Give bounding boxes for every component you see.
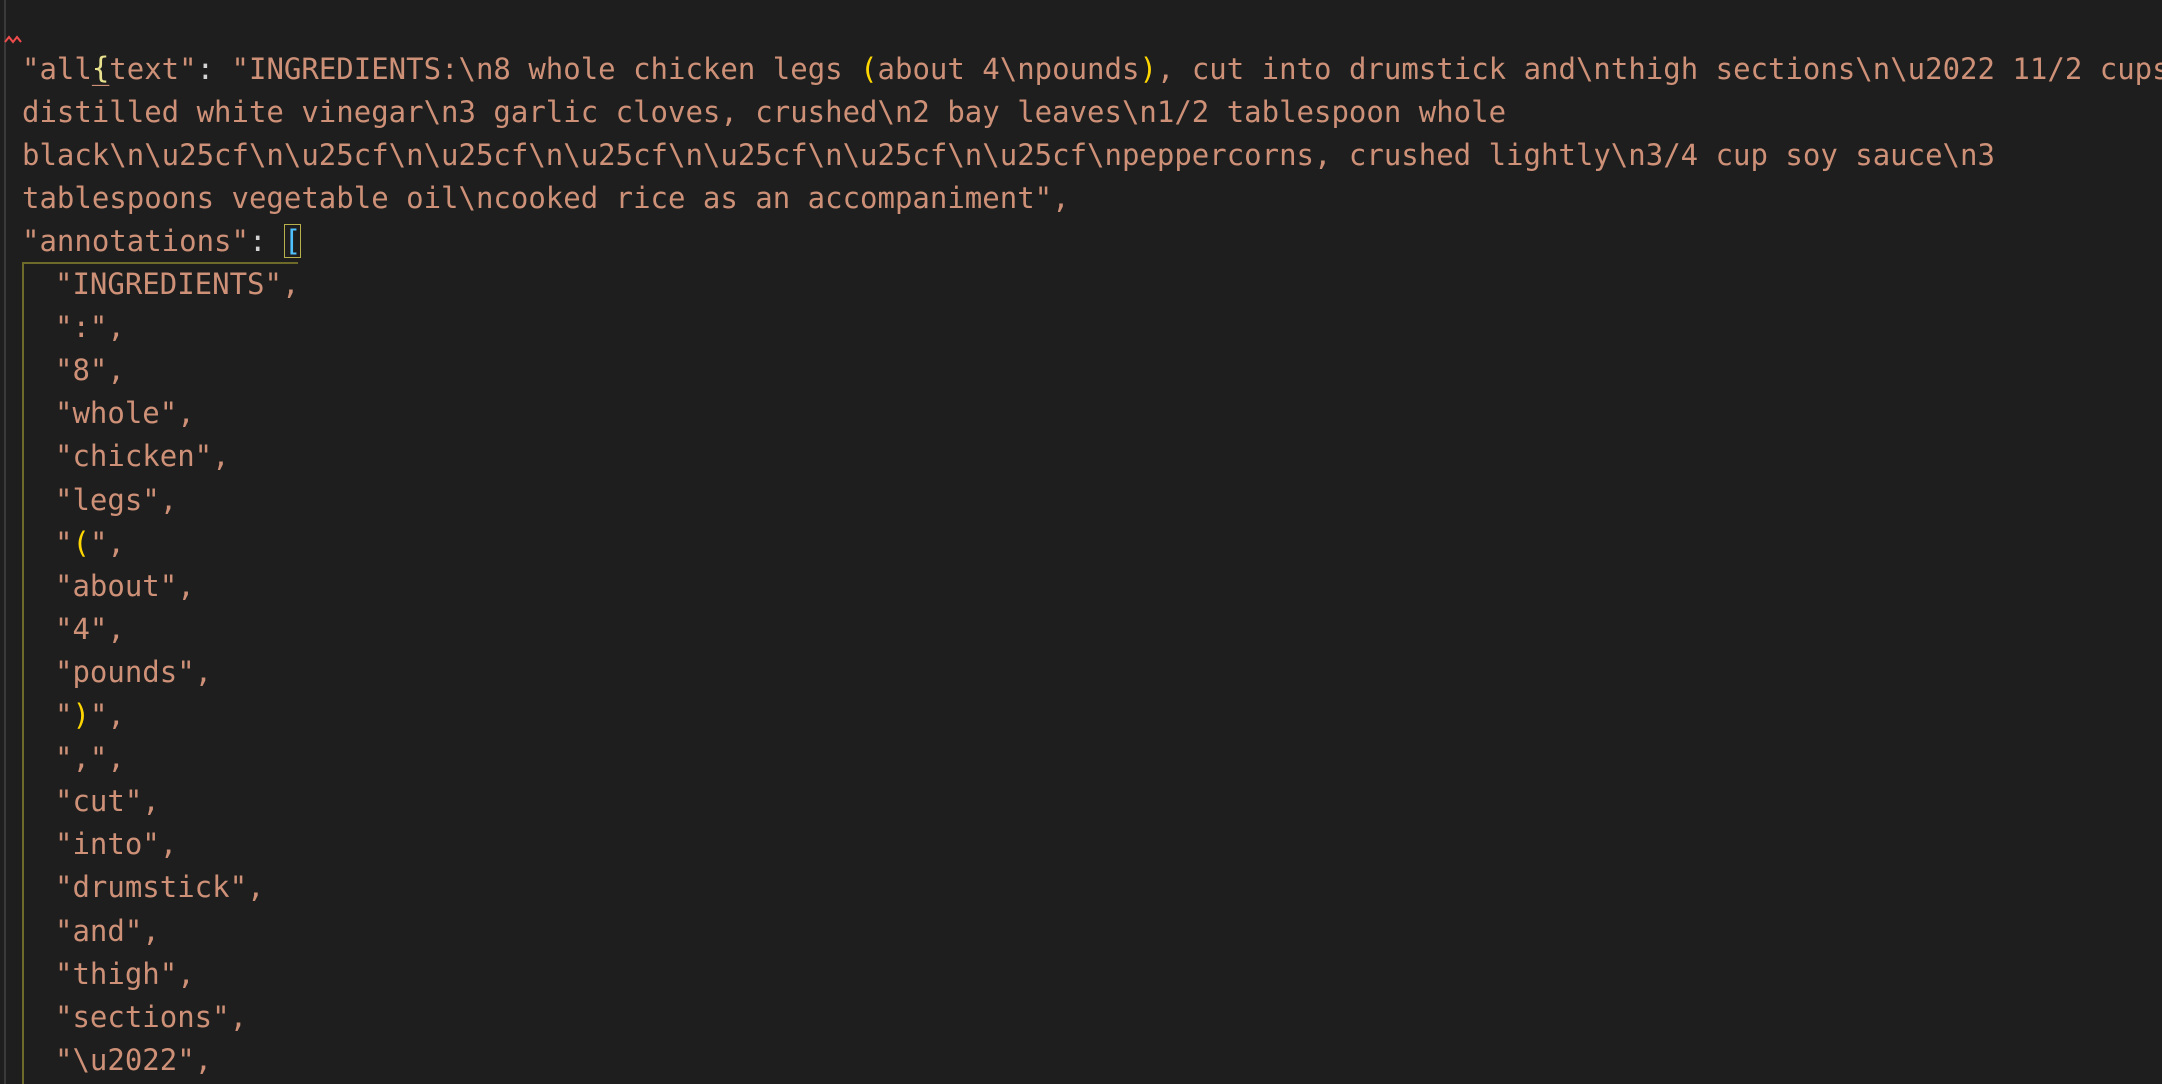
- code-line-2: "all_text": "INGREDIENTS:\n8 whole chick…: [22, 48, 2162, 91]
- code-line-annotations: "annotations": [: [22, 220, 302, 263]
- annotation-item: "cut",: [55, 784, 160, 819]
- annotation-item: ")",: [55, 698, 125, 732]
- code-line-wrap-2: black\n\u25cf\n\u25cf\n\u25cf\n\u25cf\n\…: [22, 138, 1995, 172]
- colon: :: [248, 224, 284, 258]
- annotation-item: ",",: [55, 741, 125, 776]
- annotation-item: "whole",: [55, 396, 195, 431]
- annotations-key: "annotations": [22, 224, 249, 258]
- annotation-item: "and",: [55, 913, 160, 948]
- annotation-item: "pounds",: [55, 654, 213, 689]
- annotation-item: ":",: [55, 310, 125, 345]
- paren-close: ): [1139, 52, 1157, 86]
- code-line-1: {: [22, 4, 109, 85]
- annotation-item: "(",: [55, 525, 125, 560]
- annotation-item: "about",: [55, 568, 195, 603]
- annotation-item: "sections",: [55, 999, 248, 1034]
- error-squiggle-icon: [4, 35, 22, 44]
- indent-guide: [22, 262, 24, 1084]
- annotation-item: "4",: [55, 611, 125, 646]
- annotations-open-bracket: [: [283, 224, 302, 258]
- colon: :: [196, 52, 232, 86]
- annotation-item: "thigh",: [55, 956, 195, 991]
- paren-open: (: [860, 52, 878, 86]
- annotation-item: "legs",: [55, 482, 178, 517]
- paren-inner-text: about 4\npounds: [877, 52, 1140, 86]
- gutter: [4, 0, 6, 1084]
- code-line-wrap-3: tablespoons vegetable oil\ncooked rice a…: [22, 181, 1070, 215]
- all-text-tail: , cut into drumstick and\nthigh sections…: [1156, 52, 2162, 86]
- all-text-segment-1: "INGREDIENTS:\n8 whole chicken legs: [231, 52, 861, 86]
- code-line-wrap-1: distilled white vinegar\n3 garlic cloves…: [22, 95, 1507, 129]
- annotation-item: "8",: [55, 353, 125, 388]
- annotation-item: "into",: [55, 827, 178, 862]
- annotation-item: "drumstick",: [55, 870, 265, 905]
- code-editor[interactable]: { "all_text": "INGREDIENTS:\n8 whole chi…: [0, 0, 2162, 1084]
- annotation-item: "chicken",: [55, 439, 230, 474]
- annotation-item: "\u2022",: [55, 1042, 213, 1077]
- all-text-key: "all_text": [22, 52, 197, 86]
- annotation-item: "INGREDIENTS",: [55, 267, 300, 301]
